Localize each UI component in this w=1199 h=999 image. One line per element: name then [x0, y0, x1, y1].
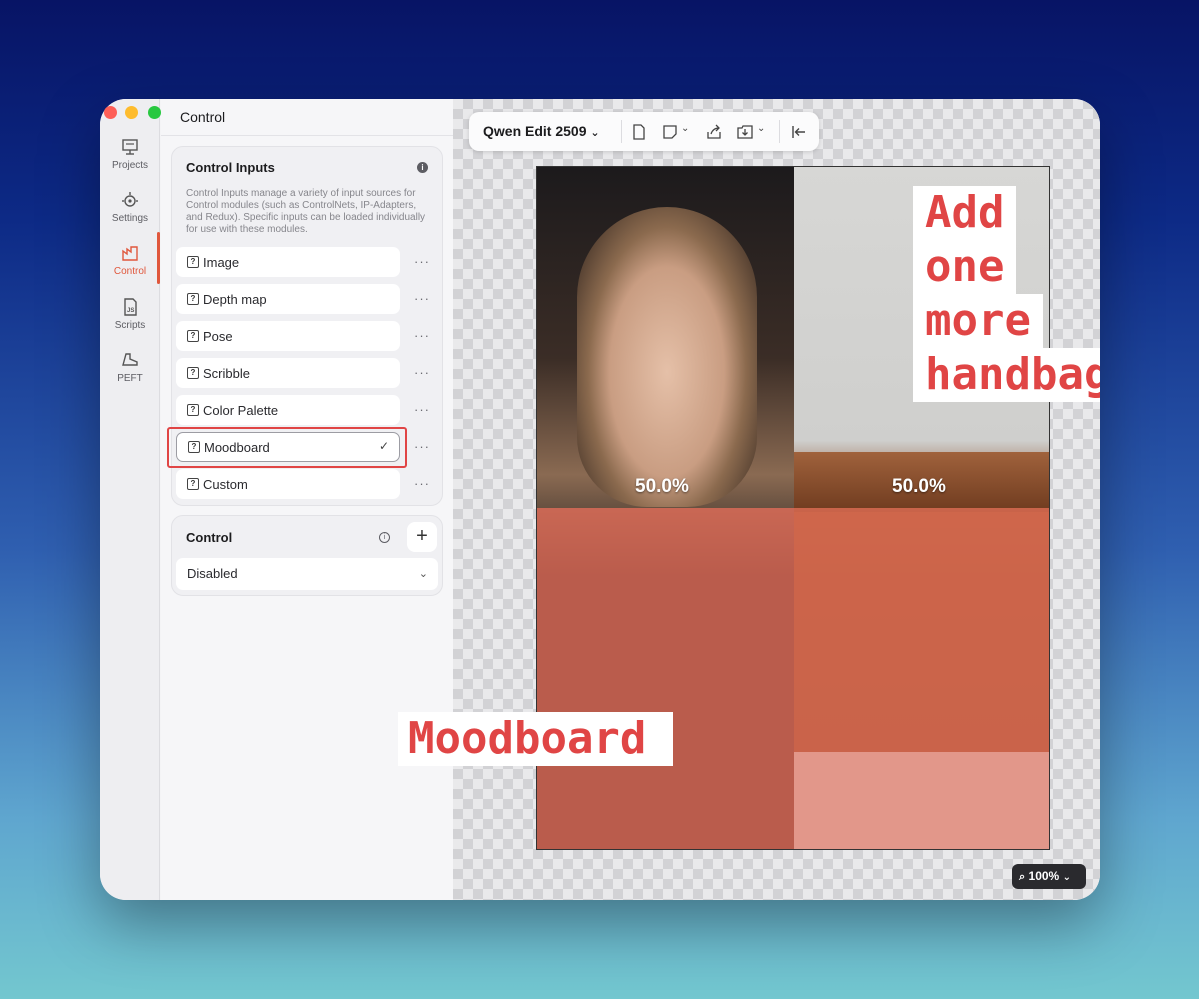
- import-icon[interactable]: [736, 123, 754, 141]
- moodboard-highlight: [167, 427, 407, 468]
- svg-text:JS: JS: [127, 308, 134, 314]
- zoom-level: 100%: [1028, 869, 1060, 883]
- model-selector[interactable]: Qwen Edit 2509 ⌄: [483, 123, 600, 139]
- peft-icon: [122, 353, 138, 366]
- app-window: Projects Settings Control JS Scripts PEF…: [100, 99, 1100, 900]
- input-type-icon: ?: [187, 404, 199, 416]
- share-icon[interactable]: [705, 123, 723, 141]
- input-type-icon: ?: [187, 256, 199, 268]
- toolbar-divider: [621, 120, 622, 143]
- rail-item-projects[interactable]: Projects: [100, 137, 160, 171]
- chevron-down-icon[interactable]: ⌄: [757, 123, 765, 134]
- scripts-icon: JS: [124, 298, 137, 316]
- input-item-image[interactable]: ? Image: [176, 247, 400, 277]
- input-type-icon: ?: [187, 367, 199, 379]
- new-document-icon[interactable]: [630, 123, 648, 141]
- model-name: Qwen Edit 2509: [483, 123, 587, 139]
- input-item-label: Color Palette: [203, 402, 279, 418]
- projects-icon: [122, 139, 138, 155]
- add-control-button[interactable]: +: [407, 522, 437, 552]
- settings-icon: [122, 192, 138, 207]
- input-item-label: Custom: [203, 476, 248, 492]
- rail-item-peft[interactable]: PEFT: [100, 350, 160, 384]
- close-window-button[interactable]: [104, 106, 117, 119]
- minimize-window-button[interactable]: [125, 106, 138, 119]
- annotation-line-3: more: [913, 294, 1043, 348]
- mask-overlay-right-bottom: [794, 752, 1049, 849]
- input-type-icon: ?: [187, 330, 199, 342]
- input-item-scribble[interactable]: ? Scribble: [176, 358, 400, 388]
- control-title: Control: [186, 530, 233, 545]
- control-inputs-title: Control Inputs: [186, 160, 275, 175]
- more-options-icon[interactable]: ···: [414, 439, 430, 454]
- input-item-label: Scribble: [203, 365, 250, 381]
- control-panel: Control Control Inputs i Control Inputs …: [161, 99, 453, 900]
- collapse-panel-icon[interactable]: [790, 123, 808, 141]
- toolbar-divider: [779, 120, 780, 143]
- control-select-value: Disabled: [187, 566, 238, 581]
- annotation-line-1: Add: [913, 186, 1017, 240]
- search-icon: ⌕: [1019, 871, 1026, 883]
- annotation-line-2: one: [913, 240, 1017, 294]
- panel-title: Control: [180, 109, 226, 125]
- sticky-note-icon[interactable]: [661, 123, 679, 141]
- input-item-color-palette[interactable]: ? Color Palette: [176, 395, 400, 425]
- strength-label-left: 50.0%: [635, 476, 689, 497]
- mask-overlay-left: [537, 508, 794, 849]
- chevron-down-icon: ⌄: [590, 127, 600, 139]
- chevron-down-icon: ⌄: [1062, 872, 1071, 883]
- rail-item-scripts[interactable]: JS Scripts: [100, 297, 160, 331]
- input-item-label: Pose: [203, 328, 233, 344]
- input-item-label: Image: [203, 254, 240, 270]
- zoom-window-button[interactable]: [148, 106, 161, 119]
- canvas-toolbar: Qwen Edit 2509 ⌄ ⌄ ⌄: [469, 112, 819, 151]
- chevron-down-icon[interactable]: ⌄: [681, 123, 689, 134]
- chevron-down-icon: ⌄: [418, 568, 428, 580]
- panel-divider: [161, 135, 453, 136]
- zoom-control[interactable]: ⌕ 100% ⌄: [1012, 864, 1086, 889]
- input-item-depth-map[interactable]: ? Depth map: [176, 284, 400, 314]
- left-rail: Projects Settings Control JS Scripts PEF…: [100, 99, 160, 900]
- rail-active-indicator: [157, 232, 160, 284]
- control-select[interactable]: Disabled ⌄: [176, 558, 438, 590]
- annotation-line-4: handbag: [913, 348, 1100, 402]
- info-icon[interactable]: i: [379, 532, 390, 543]
- rail-label-control: Control: [113, 266, 147, 277]
- more-options-icon[interactable]: ···: [414, 328, 430, 343]
- more-options-icon[interactable]: ···: [414, 254, 430, 269]
- more-options-icon[interactable]: ···: [414, 402, 430, 417]
- rail-item-control[interactable]: Control: [100, 243, 160, 277]
- input-type-icon: ?: [187, 293, 199, 305]
- rail-label-settings: Settings: [111, 213, 149, 224]
- canvas-area[interactable]: Qwen Edit 2509 ⌄ ⌄ ⌄ 50.0% 50.0% Add one…: [453, 99, 1100, 900]
- control-inputs-description: Control Inputs manage a variety of input…: [186, 188, 426, 235]
- more-options-icon[interactable]: ···: [414, 476, 430, 491]
- rail-label-peft: PEFT: [117, 373, 143, 384]
- input-item-custom[interactable]: ? Custom: [176, 469, 400, 499]
- control-icon: [122, 246, 138, 261]
- rail-item-settings[interactable]: Settings: [100, 190, 160, 224]
- more-options-icon[interactable]: ···: [414, 291, 430, 306]
- input-item-pose[interactable]: ? Pose: [176, 321, 400, 351]
- info-icon[interactable]: i: [417, 162, 428, 173]
- control-card: Control i + Disabled ⌄: [171, 515, 443, 596]
- portrait-photo: [577, 207, 757, 507]
- more-options-icon[interactable]: ···: [414, 365, 430, 380]
- rail-label-projects: Projects: [111, 160, 149, 171]
- moodboard-callout: Moodboard: [398, 712, 673, 766]
- rail-label-scripts: Scripts: [114, 320, 146, 331]
- input-item-label: Depth map: [203, 291, 267, 307]
- strength-label-right: 50.0%: [892, 476, 946, 497]
- input-type-icon: ?: [187, 478, 199, 490]
